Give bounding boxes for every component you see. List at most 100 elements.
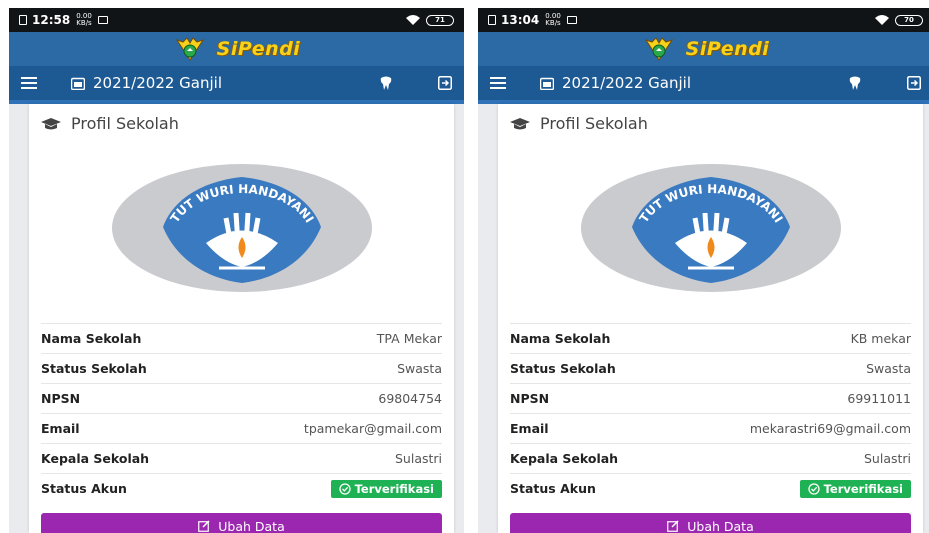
field-label: Status Sekolah bbox=[41, 361, 147, 376]
phone-screen-left: 12:58 0.00 KB/s 71 SiPendi 2021/2022 Ganj… bbox=[9, 8, 464, 533]
sipendi-logo-icon bbox=[644, 37, 673, 61]
info-row-npsn: NPSN 69911011 bbox=[510, 383, 911, 413]
field-value: Sulastri bbox=[394, 451, 442, 466]
info-row-school-status: Status Sekolah Swasta bbox=[41, 353, 442, 383]
field-value: tpamekar@gmail.com bbox=[303, 421, 442, 436]
app-header: SiPendi bbox=[478, 32, 929, 66]
graduation-cap-icon bbox=[510, 117, 530, 129]
field-value: Swasta bbox=[866, 361, 911, 376]
info-row-school-name: Nama Sekolah KB mekar bbox=[510, 323, 911, 353]
edit-data-button[interactable]: Ubah Data bbox=[510, 513, 911, 533]
info-row-school-status: Status Sekolah Swasta bbox=[510, 353, 911, 383]
logout-icon[interactable] bbox=[907, 76, 921, 90]
check-circle-icon bbox=[807, 482, 820, 495]
sipendi-logo-icon bbox=[175, 37, 204, 61]
battery-level: 70 bbox=[904, 16, 914, 24]
tut-wuri-handayani-emblem-icon: TUT WURI HANDAYANI bbox=[580, 164, 841, 292]
field-label: Status Akun bbox=[510, 481, 596, 496]
logout-icon[interactable] bbox=[438, 76, 452, 90]
school-logo: TUT WURI HANDAYANI bbox=[29, 143, 454, 313]
school-profile-card: Profil Sekolah TUT WURI HANDAYANI Nama S… bbox=[498, 104, 923, 533]
app-name: SiPendi bbox=[216, 38, 301, 60]
status-time: 12:58 bbox=[32, 13, 71, 27]
info-row-email: Email mekarastri69@gmail.com bbox=[510, 413, 911, 443]
edit-data-button[interactable]: Ubah Data bbox=[41, 513, 442, 533]
field-label: NPSN bbox=[41, 391, 81, 406]
calendar-icon bbox=[71, 77, 85, 90]
field-label: Status Sekolah bbox=[510, 361, 616, 376]
calendar-icon bbox=[540, 77, 554, 90]
field-label: Email bbox=[510, 421, 549, 436]
field-value: KB mekar bbox=[850, 331, 911, 346]
field-label: NPSN bbox=[510, 391, 550, 406]
info-row-headmaster: Kepala Sekolah Sulastri bbox=[510, 443, 911, 473]
edit-icon bbox=[667, 520, 679, 532]
navigation-bar: 2021/2022 Ganjil bbox=[9, 66, 464, 104]
school-info-list: Nama Sekolah TPA Mekar Status Sekolah Swas… bbox=[29, 323, 454, 503]
info-row-account-status: Status Akun Terverifikasi bbox=[41, 473, 442, 503]
tooth-icon[interactable] bbox=[847, 75, 863, 91]
card-title: Profil Sekolah bbox=[71, 114, 179, 133]
check-circle-icon bbox=[338, 482, 351, 495]
edit-icon bbox=[198, 520, 210, 532]
field-value: 69804754 bbox=[378, 391, 442, 406]
battery-icon: 70 bbox=[895, 14, 923, 26]
info-row-email: Email tpamekar@gmail.com bbox=[41, 413, 442, 443]
speed-unit: KB/s bbox=[76, 19, 92, 27]
status-time: 13:04 bbox=[501, 13, 540, 27]
battery-icon: 71 bbox=[426, 14, 454, 26]
period-selector[interactable]: 2021/2022 Ganjil bbox=[71, 74, 222, 92]
edit-data-label: Ubah Data bbox=[687, 518, 754, 533]
field-label: Kepala Sekolah bbox=[510, 451, 619, 466]
field-label: Nama Sekolah bbox=[41, 331, 142, 346]
verified-badge: Terverifikasi bbox=[330, 479, 442, 498]
gallery-notification-icon bbox=[97, 16, 108, 24]
field-value: Swasta bbox=[397, 361, 442, 376]
info-row-account-status: Status Akun Terverifikasi bbox=[510, 473, 911, 503]
edit-data-label: Ubah Data bbox=[218, 518, 285, 533]
card-header: Profil Sekolah bbox=[29, 104, 454, 143]
hamburger-menu-icon[interactable] bbox=[490, 77, 506, 89]
wifi-icon bbox=[406, 15, 420, 25]
field-label: Nama Sekolah bbox=[510, 331, 611, 346]
period-label: 2021/2022 Ganjil bbox=[93, 74, 222, 92]
field-value: Sulastri bbox=[863, 451, 911, 466]
status-bar: 12:58 0.00 KB/s 71 bbox=[9, 8, 464, 32]
info-row-headmaster: Kepala Sekolah Sulastri bbox=[41, 443, 442, 473]
network-speed: 0.00 KB/s bbox=[545, 13, 561, 27]
app-header: SiPendi bbox=[9, 32, 464, 66]
period-selector[interactable]: 2021/2022 Ganjil bbox=[540, 74, 691, 92]
tooth-icon[interactable] bbox=[378, 75, 394, 91]
verified-text: Terverifikasi bbox=[823, 481, 903, 496]
field-value: TPA Mekar bbox=[376, 331, 442, 346]
school-info-list: Nama Sekolah KB mekar Status Sekolah Swast… bbox=[498, 323, 923, 503]
phone-screen-right: 13:04 0.00 KB/s 70 SiPendi 2021/2022 Ganj… bbox=[478, 8, 929, 533]
network-speed: 0.00 KB/s bbox=[76, 13, 92, 27]
verified-badge: Terverifikasi bbox=[799, 479, 911, 498]
sim-icon bbox=[19, 15, 27, 25]
verified-text: Terverifikasi bbox=[354, 481, 434, 496]
battery-level: 71 bbox=[435, 16, 445, 24]
card-title: Profil Sekolah bbox=[540, 114, 648, 133]
info-row-npsn: NPSN 69804754 bbox=[41, 383, 442, 413]
hamburger-menu-icon[interactable] bbox=[21, 77, 37, 89]
card-header: Profil Sekolah bbox=[498, 104, 923, 143]
status-bar: 13:04 0.00 KB/s 70 bbox=[478, 8, 929, 32]
school-profile-card: Profil Sekolah TUT WURI HANDAYANI Nama S… bbox=[29, 104, 454, 533]
field-label: Email bbox=[41, 421, 80, 436]
gallery-notification-icon bbox=[566, 16, 577, 24]
info-row-school-name: Nama Sekolah TPA Mekar bbox=[41, 323, 442, 353]
navigation-bar: 2021/2022 Ganjil bbox=[478, 66, 929, 104]
speed-unit: KB/s bbox=[545, 19, 561, 27]
field-value: 69911011 bbox=[847, 391, 911, 406]
school-logo: TUT WURI HANDAYANI bbox=[498, 143, 923, 313]
graduation-cap-icon bbox=[41, 117, 61, 129]
tut-wuri-handayani-emblem-icon: TUT WURI HANDAYANI bbox=[111, 164, 372, 292]
sim-icon bbox=[488, 15, 496, 25]
field-label: Status Akun bbox=[41, 481, 127, 496]
app-name: SiPendi bbox=[685, 38, 770, 60]
field-label: Kepala Sekolah bbox=[41, 451, 150, 466]
period-label: 2021/2022 Ganjil bbox=[562, 74, 691, 92]
field-value: mekarastri69@gmail.com bbox=[749, 421, 911, 436]
wifi-icon bbox=[875, 15, 889, 25]
